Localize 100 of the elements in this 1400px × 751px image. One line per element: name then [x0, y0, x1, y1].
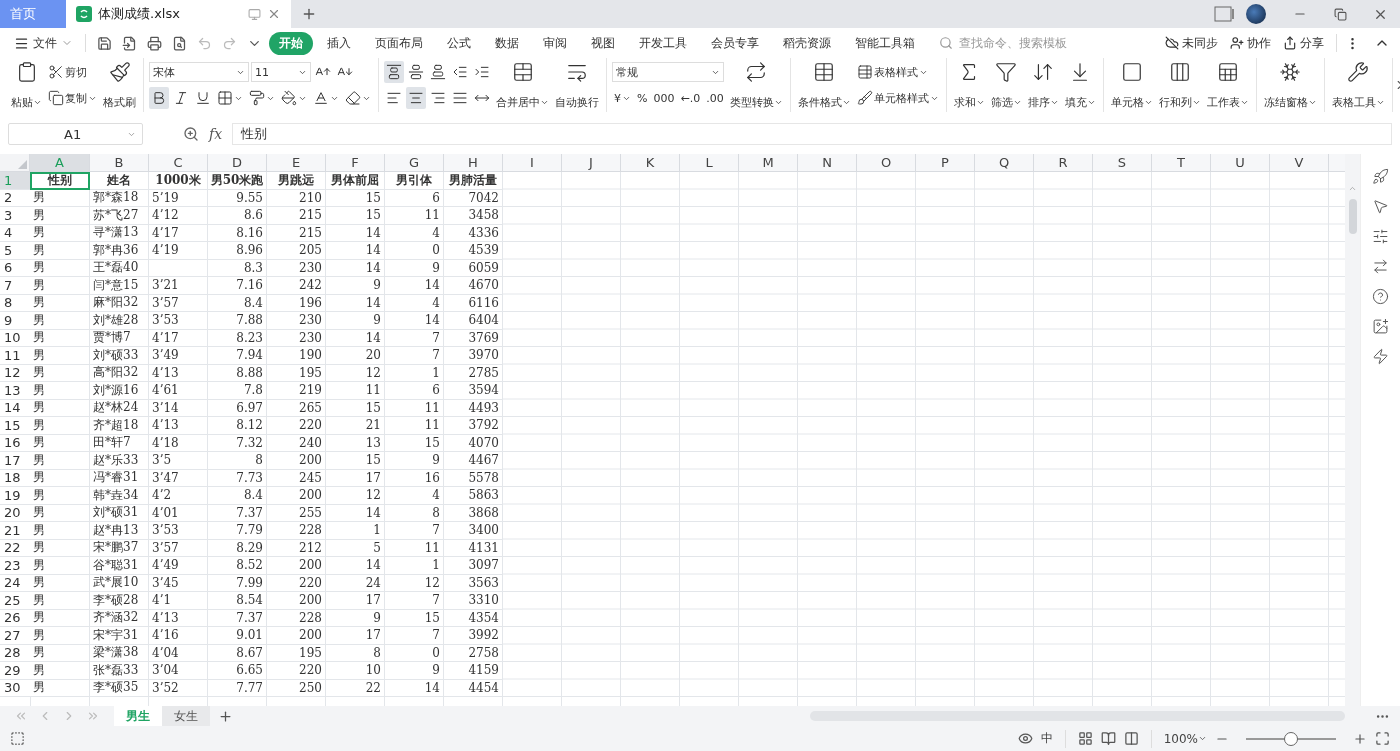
column-header[interactable]: P: [916, 154, 975, 172]
macro-icon[interactable]: [10, 731, 25, 746]
align-top-button[interactable]: [384, 61, 404, 83]
column-header[interactable]: O: [857, 154, 916, 172]
cell-style-button[interactable]: 单元格样式: [854, 87, 941, 109]
currency-button[interactable]: ¥: [612, 87, 633, 109]
font-size-field[interactable]: 11: [251, 62, 311, 82]
help-icon[interactable]: [1372, 288, 1389, 305]
print-preview-icon[interactable]: [172, 35, 187, 51]
decrease-decimal-button[interactable]: .00: [704, 87, 726, 109]
column-header[interactable]: I: [503, 154, 562, 172]
table-style-button[interactable]: 表格样式: [854, 61, 930, 83]
sheet-tab[interactable]: 女生: [162, 706, 210, 726]
bold-button[interactable]: [149, 87, 169, 109]
rocket-icon[interactable]: [1372, 168, 1389, 185]
menu-tab[interactable]: 智能工具箱: [845, 31, 925, 55]
column-header[interactable]: S: [1093, 154, 1152, 172]
font-name-field[interactable]: 宋体: [149, 62, 249, 82]
close-tab-icon[interactable]: [267, 7, 281, 21]
table-cell: 7: [385, 347, 444, 365]
column-header[interactable]: T: [1152, 154, 1211, 172]
cut-button[interactable]: 剪切: [46, 61, 89, 83]
scroll-thumb[interactable]: [1348, 199, 1357, 234]
column-header[interactable]: D: [208, 154, 267, 172]
paste-button[interactable]: 粘贴: [9, 58, 44, 112]
column-header[interactable]: K: [621, 154, 680, 172]
rows-columns-button[interactable]: 行和列: [1156, 58, 1203, 112]
copy-button[interactable]: 复制: [46, 87, 99, 109]
menu-tab[interactable]: 页面布局: [365, 31, 433, 55]
input-method-label[interactable]: 中: [1040, 730, 1053, 747]
export-icon[interactable]: [122, 35, 137, 51]
column-header[interactable]: R: [1034, 154, 1093, 172]
column-header[interactable]: J: [562, 154, 621, 172]
column-header[interactable]: L: [680, 154, 739, 172]
sum-button[interactable]: 求和: [951, 58, 987, 112]
page-break-icon[interactable]: [1123, 731, 1139, 746]
sort-button[interactable]: 排序: [1025, 58, 1061, 112]
toolbar-action-button[interactable]: 协作: [1226, 34, 1275, 52]
name-box[interactable]: A1: [8, 123, 143, 145]
column-header[interactable]: H: [444, 154, 503, 172]
toolbar-action-button[interactable]: 分享: [1279, 34, 1328, 52]
zoom-slider-thumb[interactable]: [1284, 731, 1298, 746]
normal-view-icon[interactable]: [1077, 731, 1093, 746]
formula-field[interactable]: 性别: [232, 123, 1392, 145]
zoom-icon[interactable]: [183, 126, 199, 142]
window-count-icon[interactable]: [1214, 5, 1236, 23]
eye-icon[interactable]: [1017, 731, 1033, 746]
column-header[interactable]: N: [798, 154, 857, 172]
page-view-icon[interactable]: [1100, 731, 1116, 746]
worksheet-button[interactable]: 工作表: [1204, 58, 1251, 112]
column-header[interactable]: B: [90, 154, 149, 172]
add-sheet-icon[interactable]: [218, 708, 233, 724]
thousands-button[interactable]: 000: [651, 87, 677, 109]
percent-button[interactable]: %: [635, 87, 650, 109]
align-center-button[interactable]: [406, 87, 426, 109]
window-tab[interactable]: 体测成绩.xlsx: [66, 0, 291, 28]
conditional-format-button[interactable]: 条件格式: [795, 58, 853, 112]
menu-tab[interactable]: 审阅: [533, 31, 577, 55]
convert-type-button[interactable]: 类型转换: [727, 58, 785, 112]
merge-center-button[interactable]: 合并居中: [494, 58, 551, 112]
menu-tab[interactable]: 视图: [581, 31, 625, 55]
swap-icon[interactable]: [1372, 258, 1389, 275]
avatar[interactable]: [1246, 4, 1266, 24]
menu-tab[interactable]: 稻壳资源: [773, 31, 841, 55]
wrap-text-button[interactable]: 自动换行: [553, 58, 601, 112]
zoom-level[interactable]: 100%: [1163, 731, 1207, 746]
column-header[interactable]: Q: [975, 154, 1034, 172]
menu-tab[interactable]: 开发工具: [629, 31, 697, 55]
header-cell: 1000米: [149, 172, 208, 190]
search-field[interactable]: 查找命令、搜索模板: [939, 35, 1077, 51]
file-menu[interactable]: 文件: [10, 34, 77, 52]
menu-tab[interactable]: 公式: [437, 31, 481, 55]
lightning-icon[interactable]: [1372, 348, 1389, 365]
column-header[interactable]: V: [1270, 154, 1329, 172]
format-painter-button[interactable]: 格式刷: [101, 58, 138, 112]
image-icon[interactable]: [1372, 318, 1389, 335]
column-header[interactable]: U: [1211, 154, 1270, 172]
pointer-icon[interactable]: [1372, 198, 1389, 215]
column-header[interactable]: E: [267, 154, 326, 172]
fullscreen-icon[interactable]: [1375, 731, 1390, 746]
increase-decimal-button[interactable]: ←.0: [678, 87, 703, 109]
save-icon[interactable]: [97, 35, 112, 51]
toolbar-action-button[interactable]: 未同步: [1161, 34, 1222, 52]
freeze-panes-button[interactable]: 冻结窗格: [1261, 58, 1319, 112]
function-label[interactable]: fx: [209, 126, 223, 142]
column-header[interactable]: C: [149, 154, 208, 172]
print-icon[interactable]: [147, 35, 162, 51]
menu-tab[interactable]: 插入: [317, 31, 361, 55]
zoom-in-icon[interactable]: [1353, 731, 1367, 746]
column-header[interactable]: G: [385, 154, 444, 172]
number-format-field[interactable]: 常规: [612, 62, 724, 82]
sliders-icon[interactable]: [1372, 228, 1389, 245]
menu-tab[interactable]: 会员专享: [701, 31, 769, 55]
column-header[interactable]: M: [739, 154, 798, 172]
cell-button[interactable]: 单元格: [1108, 58, 1155, 112]
filter-button[interactable]: 筛选: [988, 58, 1024, 112]
table-tools-button[interactable]: 表格工具: [1329, 58, 1387, 112]
menu-tab[interactable]: 数据: [485, 31, 529, 55]
column-header[interactable]: F: [326, 154, 385, 172]
fill-button[interactable]: 填充: [1062, 58, 1098, 112]
